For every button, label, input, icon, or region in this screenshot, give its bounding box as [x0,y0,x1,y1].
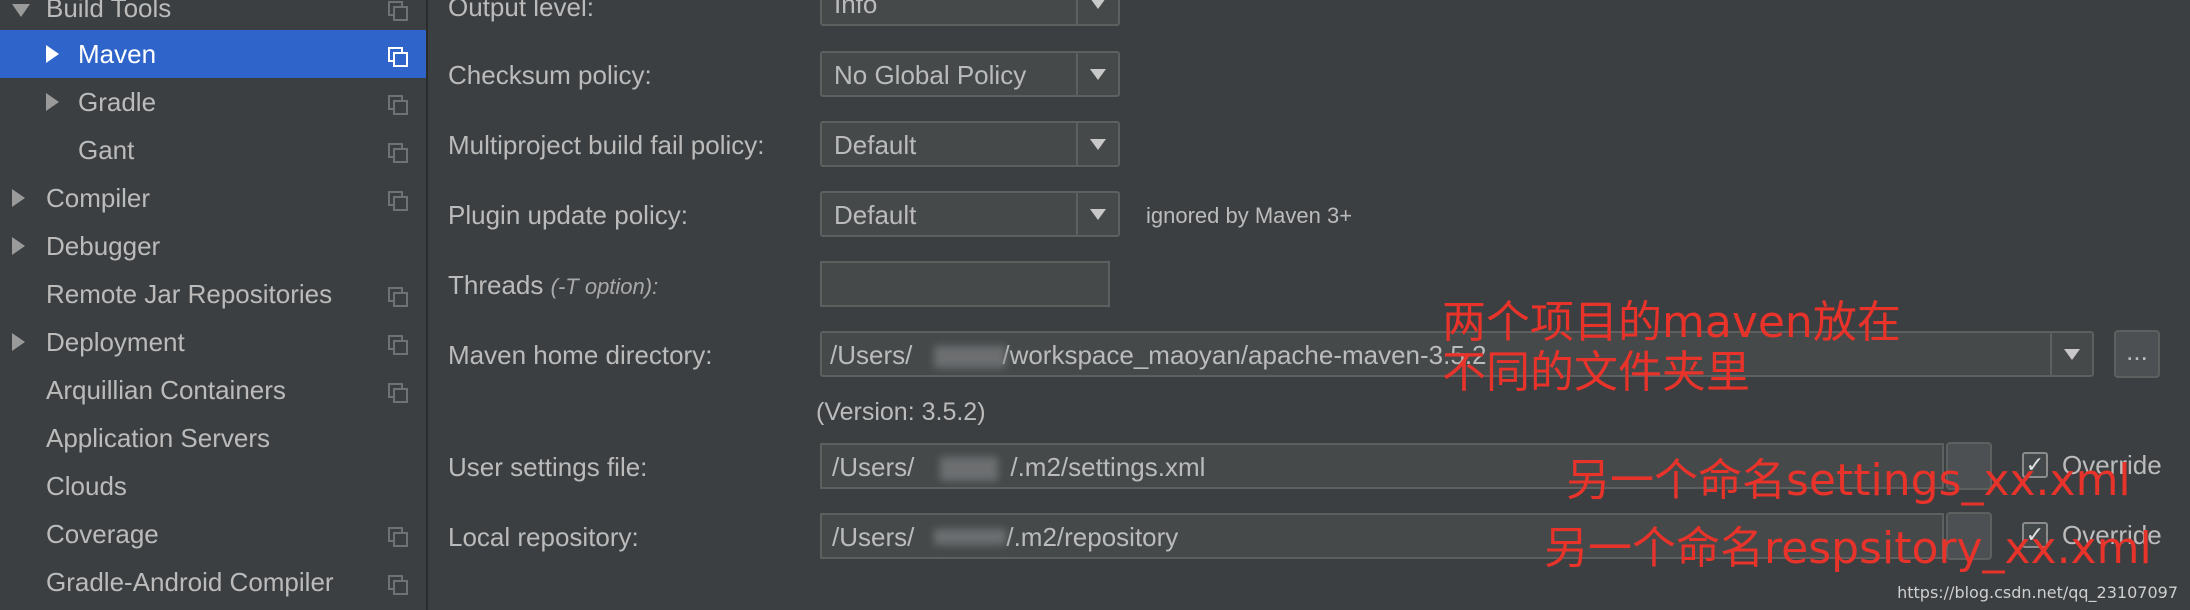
chevron-down-icon [1090,0,1106,9]
redaction-blur [934,529,1006,545]
tree-item-label: Gradle-Android Compiler [46,566,334,597]
maven-home-dropdown-button[interactable] [2050,333,2092,375]
tree-item-deployment[interactable]: Deployment [0,318,426,366]
user-settings-value: /Users/ /.m2/settings.xml [832,452,1205,483]
watermark-url: https://blog.csdn.net/qq_23107097 [1897,583,2178,602]
chevron-down-icon [1090,209,1106,220]
tree-item-remote-jar-repositories[interactable]: Remote Jar Repositories [0,270,426,318]
project-scope-icon [388,383,408,403]
output-level-label: Output level: [448,0,594,22]
tree-item-label: Gant [78,134,135,165]
tree-item-gradle-android-compiler[interactable]: Gradle-Android Compiler [0,558,426,606]
maven-home-label: Maven home directory: [448,340,713,370]
tree-item-label: Maven [78,38,157,69]
tree-item-compiler[interactable]: Compiler [0,174,426,222]
tree-item-label: Build Tools [46,0,172,23]
checksum-policy-value: No Global Policy [834,60,1027,90]
tree-item-label: Arquillian Containers [46,374,286,405]
project-scope-icon [388,527,408,547]
redaction-blur [940,457,998,481]
local-repository-value-prefix: /Users/ [832,522,915,552]
multiproject-fail-policy-dropdown-button[interactable] [1076,123,1118,165]
project-scope-icon [388,95,408,115]
tree-item-label: Debugger [46,230,161,261]
maven-home-value-suffix: /workspace_maoyan/apache-maven-3.5.2 [1002,340,1487,370]
tree-item-label: Remote Jar Repositories [46,278,333,309]
threads-label-text: Threads [448,270,544,300]
threads-input[interactable] [820,261,1110,307]
expand-arrow-icon[interactable] [12,4,30,17]
annotation-text-line2: 不同的文件夹里 [1442,347,1750,398]
settings-window: Build Tools Maven Gradle Gant Compiler D… [0,0,2190,610]
chevron-down-icon [1090,69,1106,80]
project-scope-icon [388,575,408,595]
tree-item-label: Application Servers [46,422,270,453]
multiproject-fail-policy-select[interactable]: Default [820,121,1120,167]
user-settings-value-suffix: /.m2/settings.xml [1010,452,1206,482]
plugin-update-policy-note: ignored by Maven 3+ [1146,203,1353,228]
plugin-update-policy-dropdown-button[interactable] [1076,193,1118,235]
tree-item-debugger[interactable]: Debugger [0,222,426,270]
output-level-dropdown-button[interactable] [1076,0,1118,24]
checksum-policy-label: Checksum policy: [448,60,652,90]
plugin-update-policy-value: Default [834,200,917,230]
annotation-repository: 另一个命名respsitory_xx.xml [1544,523,2152,574]
expand-arrow-icon[interactable] [12,333,25,351]
tree-item-label: Coverage [46,518,159,549]
multiproject-fail-policy-value: Default [834,130,917,160]
multiproject-fail-policy-label: Multiproject build fail policy: [448,130,765,160]
tree-item-coverage[interactable]: Coverage [0,510,426,558]
chevron-down-icon [2064,349,2080,360]
annotation-settings: 另一个命名settings_xx.xml [1566,455,2131,506]
plugin-update-policy-label: Plugin update policy: [448,200,688,230]
output-level-value: Info [834,0,878,19]
plugin-update-policy-select[interactable]: Default [820,191,1120,237]
tree-item-gant[interactable]: Gant [0,126,426,174]
local-repository-label: Local repository: [448,522,639,552]
tree-item-application-servers[interactable]: Application Servers [0,414,426,462]
expand-arrow-icon[interactable] [12,237,25,255]
project-scope-icon [388,47,408,67]
maven-home-value: /Users/ /workspace_maoyan/apache-maven-3.… [830,340,1487,371]
project-scope-icon [388,1,408,21]
tree-item-label: Compiler [46,182,151,213]
expand-arrow-icon[interactable] [46,93,59,111]
project-scope-icon [388,143,408,163]
maven-version-text: (Version: 3.5.2) [816,398,986,426]
maven-home-value-prefix: /Users/ [830,340,913,370]
settings-tree: Build Tools Maven Gradle Gant Compiler D… [0,0,428,610]
maven-home-browse-button[interactable]: ... [2114,330,2160,378]
user-settings-value-prefix: /Users/ [832,452,915,482]
tree-item-clouds[interactable]: Clouds [0,462,426,510]
expand-arrow-icon[interactable] [46,45,59,63]
expand-arrow-icon[interactable] [12,189,25,207]
checksum-policy-select[interactable]: No Global Policy [820,51,1120,97]
threads-label: Threads (-T option): [448,270,658,301]
project-scope-icon [388,335,408,355]
tree-item-label: Gradle [78,86,157,117]
threads-hint: (-T option): [550,274,659,299]
project-scope-icon [388,191,408,211]
project-scope-icon [388,287,408,307]
checksum-policy-dropdown-button[interactable] [1076,53,1118,95]
user-settings-label: User settings file: [448,452,648,482]
output-level-select[interactable]: Info [820,0,1120,26]
tree-item-gradle[interactable]: Gradle [0,78,426,126]
tree-item-label: Clouds [46,470,127,501]
chevron-down-icon [1090,139,1106,150]
tree-item-build-tools[interactable]: Build Tools [0,0,426,32]
local-repository-value-suffix: /.m2/repository [1006,522,1179,552]
maven-settings-panel: Output level: Info Checksum policy: No G… [428,0,2190,610]
tree-item-arquillian-containers[interactable]: Arquillian Containers [0,366,426,414]
tree-item-label: Deployment [46,326,185,357]
tree-item-maven[interactable]: Maven [0,30,426,78]
redaction-blur [934,346,1006,368]
